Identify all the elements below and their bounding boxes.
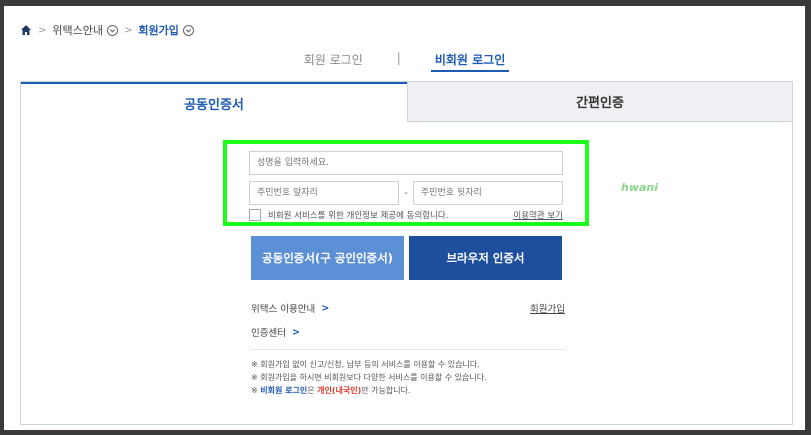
watermark-text: hwani	[621, 181, 659, 194]
resident-id-row: -	[249, 181, 563, 205]
resident-id-back-input[interactable]	[413, 181, 563, 205]
resident-id-front-input[interactable]	[249, 181, 399, 205]
browser-certificate-button[interactable]: 브라우저 인증서	[409, 236, 562, 280]
help-links: 위택스 이용안내 > 회원가입 인증센터 >	[251, 301, 565, 350]
member-login-link[interactable]: 회원 로그인	[300, 51, 367, 72]
breadcrumb: > 위택스안내 > 회원가입	[20, 22, 194, 38]
breadcrumb-item-wetax-guide[interactable]: 위택스안내	[52, 22, 118, 38]
login-type-switch: 회원 로그인 | 비회원 로그인	[4, 51, 805, 72]
nonmember-login-link[interactable]: 비회원 로그인	[430, 51, 510, 72]
divider	[251, 349, 565, 350]
chevron-right-icon: >	[321, 302, 330, 314]
home-icon[interactable]	[20, 24, 32, 36]
notice-line-2: ※ 회원가입을 하시면 비회원보다 다양한 서비스를 이용할 수 있습니다.	[251, 373, 487, 382]
notice-line-3: ※ 비회원 로그인은 개인(내국인)만 가능합니다.	[251, 384, 487, 397]
auth-button-row: 공동인증서(구 공인인증서) 브라우저 인증서	[251, 236, 562, 280]
cert-center-link[interactable]: 인증센터	[251, 325, 286, 339]
auth-tabs: 공동인증서 간편인증	[21, 82, 792, 122]
signup-link[interactable]: 회원가입	[530, 301, 565, 315]
breadcrumb-item-signup[interactable]: 회원가입	[138, 22, 194, 38]
notice-nonmember-login: 비회원 로그인	[260, 386, 308, 395]
login-switch-divider: |	[396, 51, 401, 65]
agree-label: 비회원 서비스를 위한 개인정보 제공에 동의합니다.	[268, 211, 449, 221]
login-panel: 공동인증서 간편인증 - 비회원 서비스를 위한 개인정보 제공에 동의합니다.…	[20, 81, 793, 425]
breadcrumb-item-label: 회원가입	[138, 24, 179, 37]
link-line-cert-center: 인증센터 >	[251, 325, 565, 340]
terms-link[interactable]: 이용약관 보기	[513, 209, 563, 221]
breadcrumb-item-label: 위택스안내	[52, 24, 103, 37]
agree-checkbox[interactable]	[249, 209, 261, 221]
notice-text: ※ 회원가입 없이 신고/신청, 납부 등의 서비스를 이용할 수 있습니다. …	[251, 358, 487, 397]
notice-line-1: ※ 회원가입 없이 신고/신청, 납부 등의 서비스를 이용할 수 있습니다.	[251, 360, 480, 369]
link-line-guide: 위택스 이용안내 > 회원가입	[251, 301, 565, 316]
chevron-right-icon: >	[291, 326, 300, 338]
resident-id-dash: -	[404, 187, 408, 199]
tab-joint-certificate[interactable]: 공동인증서	[21, 82, 407, 122]
notice-line-3-mid: 은	[307, 386, 318, 395]
chevron-down-icon[interactable]	[182, 24, 194, 36]
joint-certificate-login-button[interactable]: 공동인증서(구 공인인증서)	[251, 236, 404, 280]
page-frame: > 위택스안내 > 회원가입 회원 로그인 | 비회원 로그인 공동인증서 간편…	[4, 6, 805, 430]
notice-line-3-prefix: ※	[251, 386, 261, 395]
name-input[interactable]	[249, 151, 563, 175]
agree-row: 비회원 서비스를 위한 개인정보 제공에 동의합니다. 이용약관 보기	[249, 209, 563, 221]
notice-line-3-suffix: 만 가능합니다.	[361, 386, 411, 395]
breadcrumb-separator-icon: >	[124, 24, 133, 36]
chevron-down-icon[interactable]	[107, 24, 118, 36]
breadcrumb-separator-icon: >	[38, 24, 47, 36]
tab-simple-auth[interactable]: 간편인증	[407, 82, 792, 122]
notice-individual: 개인(내국인)	[317, 386, 362, 395]
wetax-guide-link[interactable]: 위택스 이용안내	[251, 301, 315, 315]
nonmember-form: - 비회원 서비스를 위한 개인정보 제공에 동의합니다. 이용약관 보기	[223, 140, 589, 226]
